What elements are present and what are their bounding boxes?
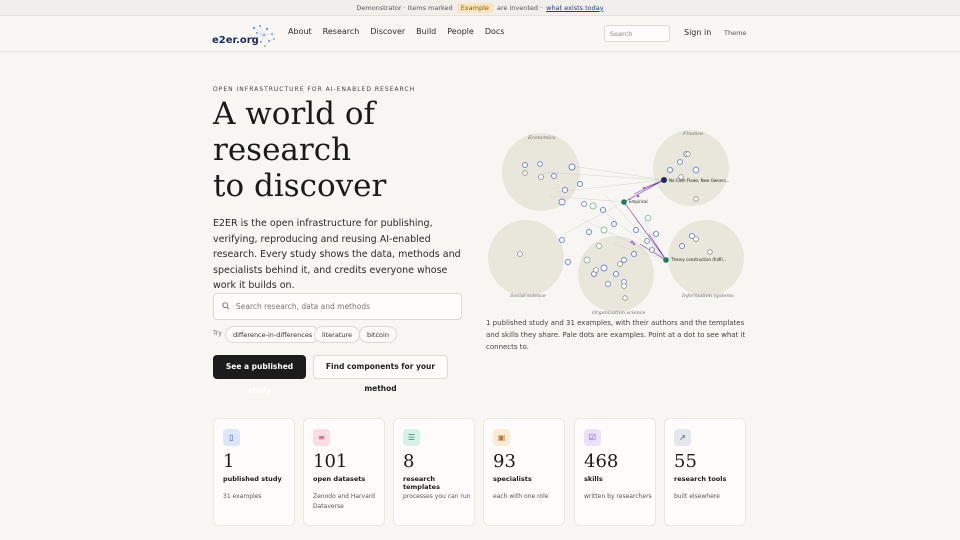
nav-people[interactable]: People — [447, 27, 474, 36]
cluster-social-science — [488, 220, 564, 296]
stat-label: published study — [223, 475, 282, 483]
node-label-no-cash-flows: No Cash Flows, New Owners... — [669, 178, 730, 183]
nav-about[interactable]: About — [288, 27, 312, 36]
nav-discover[interactable]: Discover — [370, 27, 405, 36]
research-network-graph[interactable]: Economics Finance Social science Organiz… — [484, 124, 746, 320]
node-empirical[interactable] — [621, 199, 627, 205]
list-icon: ☰ — [403, 429, 420, 446]
headline-line-2: research — [213, 132, 352, 168]
skill-nodes — [630, 186, 646, 246]
nav-links: About Research Discover Build People Doc… — [288, 27, 504, 36]
graph-caption: 1 published study and 31 examples, with … — [486, 319, 746, 351]
node-label-empirical: Empirical — [629, 199, 648, 204]
nav-docs[interactable]: Docs — [485, 27, 505, 36]
nav-build[interactable]: Build — [416, 27, 436, 36]
tool-icon: ↗ — [674, 429, 691, 446]
signin-link[interactable]: Sign in — [684, 28, 711, 37]
stat-number: 101 — [313, 451, 348, 472]
stat-label: open datasets — [313, 475, 366, 483]
stat-number: 1 — [223, 451, 235, 472]
chip-difference-in-differences[interactable]: difference-in-differences — [225, 326, 321, 343]
stat-card-published-study[interactable]: ▯ 1 published study 31 examples — [213, 418, 295, 526]
stat-sub: 31 examples — [223, 493, 262, 500]
top-nav: e2er.org About Research Discover Build P… — [0, 16, 960, 52]
stat-label: research templates — [403, 475, 440, 491]
cluster-label-finance: Finance — [682, 131, 703, 137]
nav-research[interactable]: Research — [323, 27, 360, 36]
cluster-label-economics: Economics — [527, 135, 556, 141]
stat-number: 8 — [403, 451, 415, 472]
node-theory-construction[interactable] — [663, 257, 669, 263]
search-icon — [222, 302, 230, 310]
stat-card-open-datasets[interactable]: ≡ 101 open datasets Zenodo and Harvard D… — [303, 418, 385, 526]
node-label-theory-construction: Theory construction (fulfil... — [670, 257, 726, 262]
chip-literature[interactable]: literature — [314, 326, 361, 343]
stat-number: 55 — [674, 451, 697, 472]
banner-text: Demonstrator · Items marked — [356, 3, 453, 12]
logo-text: e2er.org — [212, 35, 259, 46]
find-components-button[interactable]: Find components for your method — [313, 355, 448, 393]
hero-eyebrow: OPEN INFRASTRUCTURE FOR AI-ENABLED RESEA… — [213, 86, 416, 93]
headline-line-3: to discover — [213, 168, 387, 204]
briefcase-icon: ▣ — [493, 429, 510, 446]
database-icon: ≡ — [313, 429, 330, 446]
stat-card-research-templates[interactable]: ☰ 8 research templates processes you can… — [393, 418, 475, 526]
try-label: Try — [213, 330, 222, 337]
chip-bitcoin[interactable]: bitcoin — [359, 326, 397, 343]
cluster-label-social-science: Social science — [510, 293, 546, 299]
site-logo[interactable]: e2er.org — [212, 22, 278, 48]
cluster-label-organization-science: Organization science — [592, 310, 645, 316]
cluster-finance — [653, 130, 729, 206]
hero-lead: E2ER is the open infrastructure for publ… — [213, 218, 461, 291]
headline-line-1: A world of — [213, 96, 376, 132]
stat-number: 93 — [493, 451, 516, 472]
document-icon: ▯ — [223, 429, 240, 446]
stat-sub: each with one role — [493, 493, 549, 500]
search-placeholder: Search research, data and methods — [236, 302, 371, 311]
research-search-input[interactable]: Search research, data and methods — [213, 293, 462, 320]
node-no-cash-flows[interactable] — [661, 177, 667, 183]
example-badge: Example — [456, 2, 493, 13]
stat-card-specialists[interactable]: ▣ 93 specialists each with one role — [483, 418, 565, 526]
what-exists-link[interactable]: what exists today — [546, 4, 603, 12]
see-published-study-button[interactable]: See a published study — [213, 355, 306, 395]
stat-sub: Zenodo and Harvard Dataverse — [313, 493, 375, 510]
demo-banner: Demonstrator · Items marked Example are … — [0, 0, 960, 16]
skill-icon: ☑ — [584, 429, 601, 446]
stat-card-skills[interactable]: ☑ 468 skills written by researchers — [574, 418, 656, 526]
stat-sub: processes you can run — [403, 493, 471, 500]
stat-sub: built elsewhere — [674, 493, 720, 500]
stat-label: specialists — [493, 475, 532, 483]
cluster-label-information-systems: Information systems — [681, 293, 734, 299]
stat-label: skills — [584, 475, 603, 483]
stat-number: 468 — [584, 451, 619, 472]
stat-label: research tools — [674, 475, 727, 483]
theme-toggle[interactable]: Theme — [724, 29, 746, 37]
nav-search-input[interactable]: Search — [604, 25, 670, 42]
hero-headline: A world of research to discover — [213, 96, 463, 204]
banner-tail: are invented · — [496, 3, 543, 12]
stat-card-research-tools[interactable]: ↗ 55 research tools built elsewhere — [664, 418, 746, 526]
stat-sub: written by researchers — [584, 493, 652, 500]
